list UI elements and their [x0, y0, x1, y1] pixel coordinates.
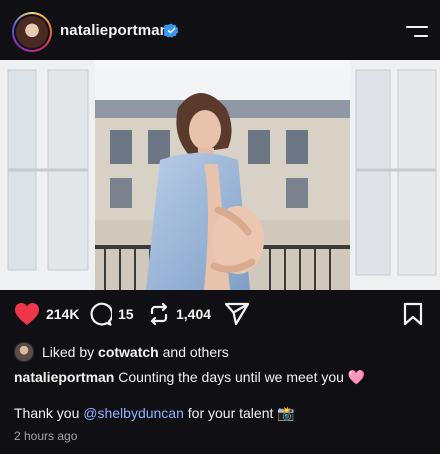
liked-by-avatar	[14, 342, 34, 362]
comment-count: 15	[118, 306, 134, 322]
liked-by-user[interactable]: cotwatch	[98, 344, 159, 360]
thanks-prefix: Thank you	[14, 405, 80, 421]
heart-icon	[15, 303, 39, 325]
verified-badge-icon	[164, 23, 179, 38]
save-button[interactable]	[403, 302, 423, 326]
liked-by-prefix: Liked by	[42, 344, 95, 360]
avatar-image	[16, 16, 48, 48]
post-timestamp: 2 hours ago	[14, 429, 78, 443]
comment-bubble-icon	[90, 302, 112, 326]
share-button[interactable]	[224, 302, 250, 326]
liked-by-suffix: and others	[162, 344, 229, 360]
caption-text: Counting the days until we meet you 🩷	[118, 369, 366, 385]
profile-avatar[interactable]	[12, 12, 52, 52]
liked-by-row[interactable]: Liked by cotwatch and others	[14, 342, 229, 362]
post-photo[interactable]	[0, 60, 440, 290]
post-username[interactable]: natalieportman	[60, 22, 169, 39]
liked-by-text: Liked by cotwatch and others	[42, 344, 229, 360]
photo-illustration	[0, 60, 440, 290]
post-header: natalieportman	[0, 0, 440, 60]
repost-icon	[150, 302, 168, 326]
repost-button[interactable]: 1,404	[148, 302, 211, 326]
caption-thanks-line: Thank you @shelbyduncan for your talent …	[14, 405, 295, 422]
repost-count: 1,404	[176, 306, 212, 322]
like-count: 214K	[46, 306, 80, 322]
send-icon	[224, 302, 250, 326]
menu-icon[interactable]	[404, 24, 428, 40]
mention-link[interactable]: @shelbyduncan	[83, 405, 184, 421]
like-button[interactable]: 214K	[14, 302, 79, 326]
caption-author[interactable]: natalieportman	[14, 369, 114, 385]
comment-button[interactable]: 15	[88, 302, 134, 326]
thanks-suffix: for your talent 📸	[187, 405, 295, 421]
bookmark-icon	[403, 302, 423, 326]
action-bar: 214K 15 1,404	[0, 290, 440, 338]
post-caption: natalieportman Counting the days until w…	[14, 369, 434, 386]
